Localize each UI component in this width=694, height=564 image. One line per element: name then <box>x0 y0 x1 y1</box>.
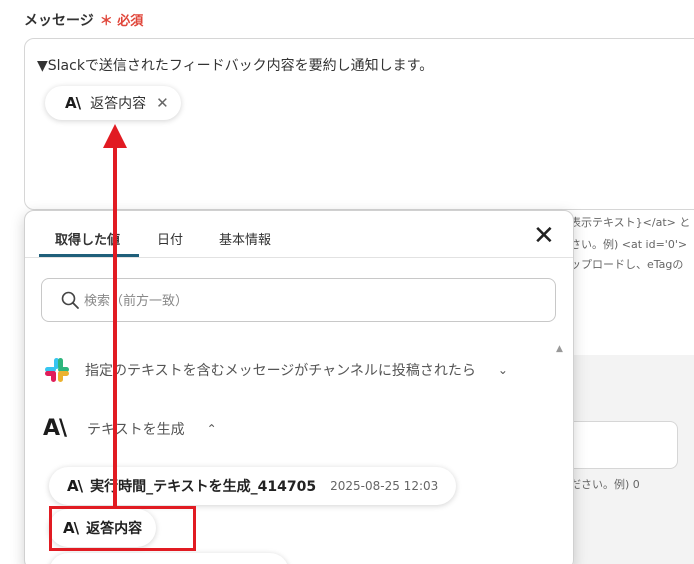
section-label: 指定のテキストを含むメッセージがチャンネルに投稿されたら <box>85 363 476 379</box>
required-badge: ＊ 必須 <box>99 14 144 29</box>
section-text-generation[interactable]: A\ テキストを生成 ⌃ <box>43 416 217 441</box>
message-field-label: メッセージ ＊ 必須 <box>24 10 143 30</box>
inserted-variable-token[interactable]: A\ 返答内容 ✕ <box>45 86 181 120</box>
help-text-line: 表示テキスト}</at> と <box>570 216 691 229</box>
token-label: 返答内容 <box>90 96 147 112</box>
slack-icon <box>45 358 69 382</box>
tab-basic-info[interactable]: 基本情報 <box>219 229 271 248</box>
value-item-execution-time[interactable]: A\ 実行時間_テキストを生成_414705 2025-08-25 12:03 <box>49 467 457 505</box>
chevron-up-icon: ⌃ <box>206 421 217 436</box>
section-label: テキストを生成 <box>87 421 185 438</box>
scroll-up-arrow[interactable]: ▲ <box>556 344 563 354</box>
anthropic-icon: A\ <box>43 416 67 441</box>
value-item-label: 実行時間_テキストを生成_414705 <box>90 479 317 495</box>
search-input[interactable] <box>84 290 524 312</box>
anthropic-icon: A\ <box>67 477 83 495</box>
message-text: ▼Slackで送信されたフィードバック内容を要約し通知します。 <box>37 58 434 74</box>
anthropic-icon: A\ <box>65 94 81 112</box>
search-icon <box>61 291 79 309</box>
search-box[interactable] <box>41 278 556 322</box>
background-input[interactable] <box>566 421 678 469</box>
help-text-line: ださい。例) 0 <box>570 478 640 491</box>
annotation-highlight-box <box>49 506 196 551</box>
close-icon[interactable]: ✕ <box>156 94 169 112</box>
help-text-line: ップロードし、eTagの <box>570 258 684 271</box>
message-textarea[interactable]: ▼Slackで送信されたフィードバック内容を要約し通知します。 A\ 返答内容 … <box>24 38 694 210</box>
close-icon[interactable]: ✕ <box>533 223 555 249</box>
tab-date[interactable]: 日付 <box>157 229 183 248</box>
section-slack-trigger[interactable]: 指定のテキストを含むメッセージがチャンネルに投稿されたら ⌄ <box>43 356 508 384</box>
value-item-partial[interactable] <box>49 553 289 564</box>
tab-retrieved-values[interactable]: 取得した値 <box>55 229 120 248</box>
tab-divider <box>25 257 573 258</box>
field-label-text: メッセージ <box>24 13 94 29</box>
chevron-down-icon: ⌄ <box>497 363 508 377</box>
help-text-line: さい。例) <at id='0'> <box>570 238 688 251</box>
value-item-timestamp: 2025-08-25 12:03 <box>330 479 439 493</box>
